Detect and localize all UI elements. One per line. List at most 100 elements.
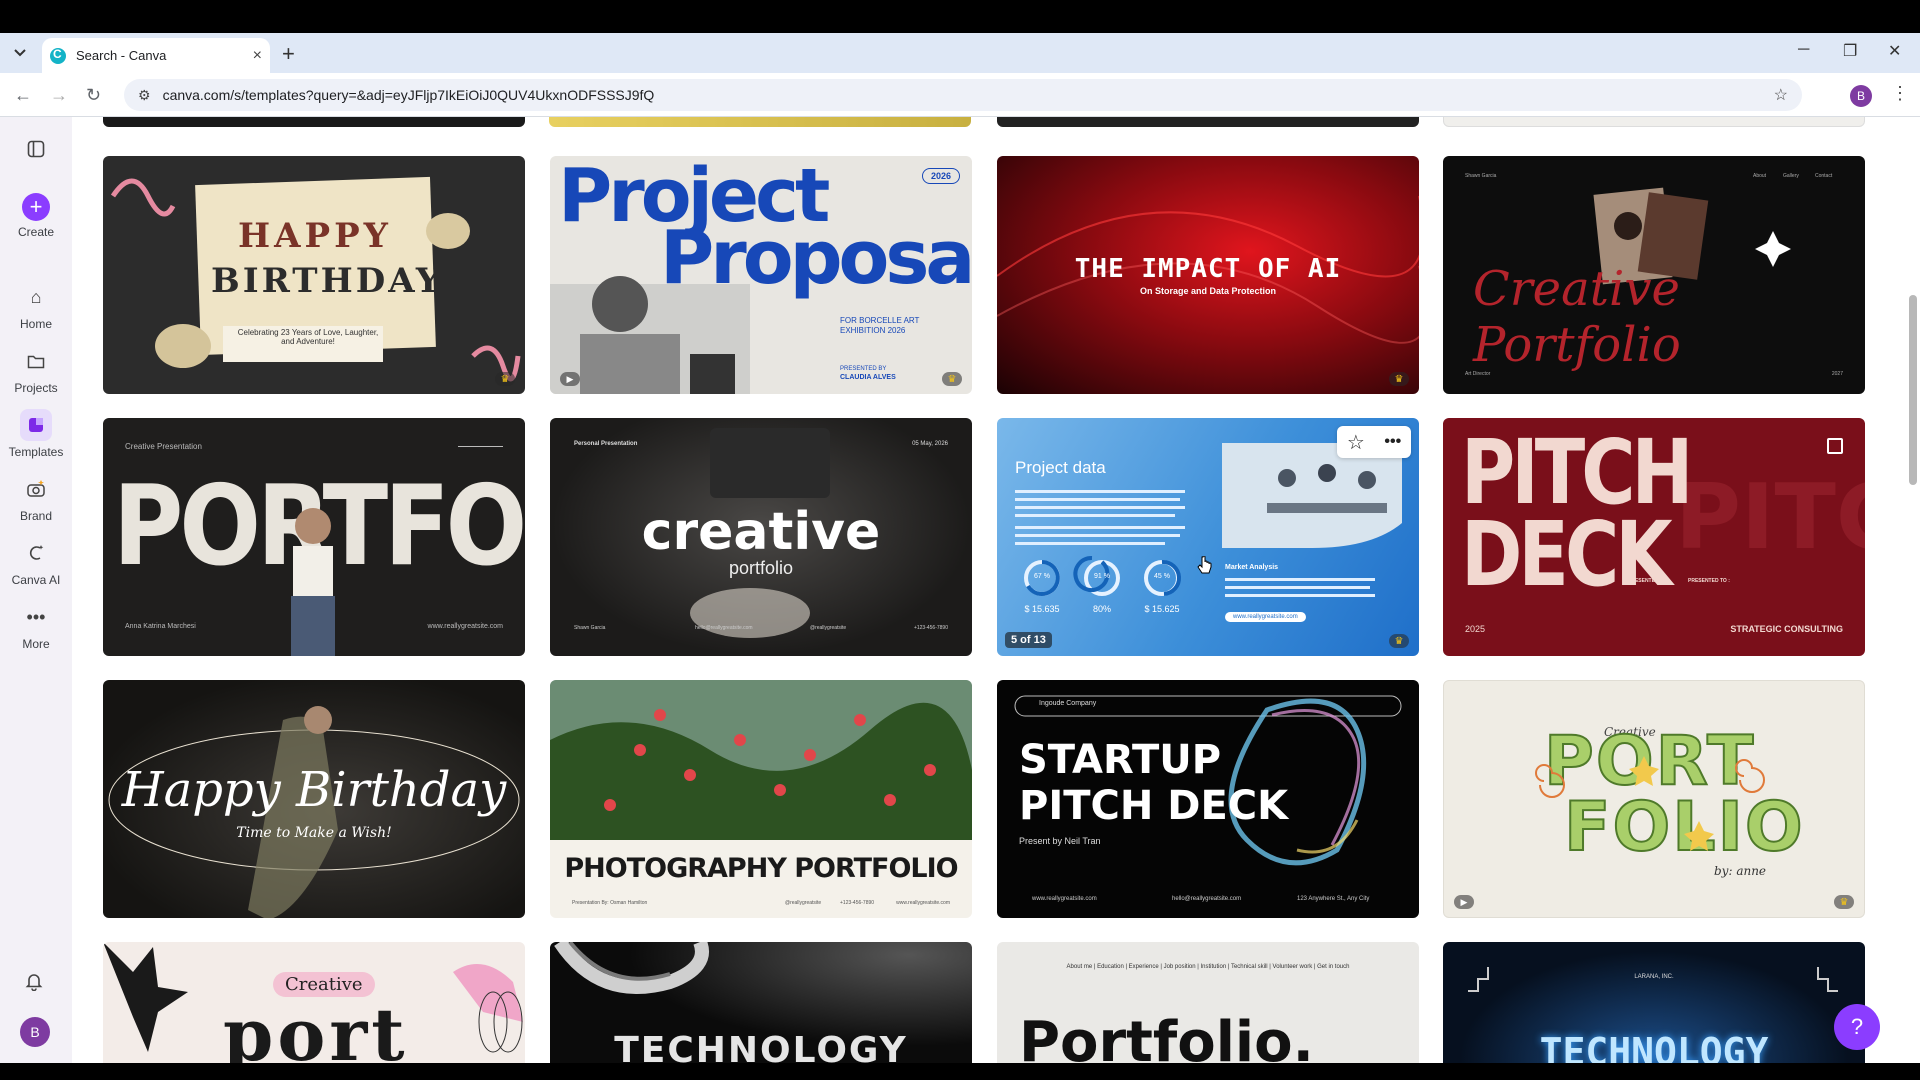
template-card-partial[interactable] (103, 117, 525, 127)
stat-value: 91 % (1094, 573, 1110, 580)
card-text: STRATEGIC CONSULTING (1730, 624, 1843, 634)
templates-icon (20, 409, 52, 441)
card-text: CLAUDIA ALVES (840, 374, 896, 381)
card-title: TECHNOLOGY (614, 1030, 908, 1063)
template-card-creative-personal[interactable]: Personal Presentation 05 May, 2026 creat… (550, 418, 972, 656)
brand-icon (20, 473, 52, 505)
card-text: by: anne (1714, 864, 1767, 878)
share-icon (1827, 438, 1843, 454)
sidebar-item-projects[interactable]: Projects (0, 345, 72, 395)
card-title: PITCH DECK (1019, 783, 1289, 829)
template-card-creative-port[interactable]: Creative port (103, 942, 525, 1063)
card-text: Anna Katrina Marchesi (125, 623, 196, 630)
stat-value: 67 % (1034, 573, 1050, 580)
template-card-photography-portfolio[interactable]: PHOTOGRAPHY PORTFOLIO Presentation By: O… (550, 680, 972, 918)
canva-favicon-icon (50, 47, 66, 64)
chevron-down-icon (14, 49, 26, 57)
scrollbar-thumb[interactable] (1909, 295, 1917, 485)
card-title: BIRTHDAY (211, 261, 444, 301)
scrollbar[interactable] (1906, 117, 1920, 1063)
template-card-startup-pitch-deck[interactable]: Ingoude Company STARTUP PITCH DECK Prese… (997, 680, 1419, 918)
more-options-icon[interactable]: ••• (1384, 433, 1401, 451)
stat-label: $ 15.625 (1144, 604, 1180, 614)
forward-icon[interactable]: → (50, 85, 68, 106)
card-text: @reallygreatsite (785, 900, 822, 906)
card-subtitle: FOR BORCELLE ART (840, 316, 920, 325)
sidebar-item-templates[interactable]: Templates (0, 409, 72, 459)
bookmark-star-icon[interactable]: ☆ (1774, 85, 1788, 105)
template-card-creative-portfolio[interactable]: Shawn Garcia About Gallery Contact Creat… (1443, 156, 1865, 394)
card-subtitle: Time to Make a Wish! (236, 825, 392, 841)
card-text: 123 Anywhere St., Any City (1297, 896, 1370, 902)
back-icon[interactable]: ← (14, 85, 32, 106)
template-grid: HAPPY BIRTHDAY Celebrating 23 Years of L… (72, 117, 1920, 1063)
card-subtitle: EXHIBITION 2026 (840, 326, 906, 335)
page-counter: 5 of 13 (1005, 632, 1052, 648)
template-card-technology-larana[interactable]: LARANA, INC. TECHNOLOGY (1443, 942, 1865, 1063)
card-text: 2027 (1831, 371, 1843, 377)
notifications-bell-icon[interactable] (24, 971, 44, 997)
card-title: Portfolio. (1019, 1010, 1314, 1063)
card-title: port (223, 992, 409, 1063)
url-bar[interactable]: ⚙ canva.com/s/templates?query=&adj=eyJFl… (124, 79, 1802, 111)
card-text: 2025 (1465, 624, 1486, 634)
premium-crown-icon: ♛ (1389, 634, 1409, 648)
browser-tab[interactable]: Search - Canva × (42, 38, 270, 73)
template-card-portfolio-anne[interactable]: Creative PORT FOLIO by: anne ▶ ♛ (1443, 680, 1865, 918)
template-card-portfolio-paper[interactable]: About me | Education | Experience | Job … (997, 942, 1419, 1063)
folder-icon (20, 345, 52, 377)
tab-search-button[interactable] (8, 41, 32, 65)
close-tab-icon[interactable]: × (253, 47, 262, 65)
new-tab-button[interactable]: + (282, 41, 295, 67)
sidebar-item-brand[interactable]: Brand (0, 473, 72, 523)
card-watermark: PITCH (1675, 465, 1865, 570)
card-title: TECHNOLOGY (1539, 1030, 1769, 1063)
sidebar-item-canva-ai[interactable]: Canva AI (0, 537, 72, 587)
template-card-project-data[interactable]: Project data 67 % 91 % 45 % $ 15.635 80%… (997, 418, 1419, 656)
card-text: Shawn Garcia (574, 625, 606, 631)
canva-ai-icon (20, 537, 52, 569)
template-card-portfolio-anna[interactable]: Creative Presentation PORTFOLIO Anna Kat… (103, 418, 525, 656)
template-card-project-proposal[interactable]: Project Proposal 2026 FOR BORCELLE ART E… (550, 156, 972, 394)
reload-icon[interactable]: ↻ (86, 85, 101, 106)
card-text: LARANA, INC. (1634, 974, 1674, 980)
browser-menu-icon[interactable]: ⋮ (1891, 83, 1909, 104)
video-play-icon: ▶ (560, 372, 580, 386)
template-card-partial[interactable] (1443, 117, 1865, 127)
restore-button[interactable]: ❐ (1843, 41, 1857, 61)
card-subtitle: portfolio (728, 558, 794, 578)
minimize-button[interactable]: ─ (1798, 41, 1809, 59)
plus-icon: + (22, 193, 50, 221)
card-text: Art Director (1465, 371, 1491, 377)
template-card-happy-birthday[interactable]: HAPPY BIRTHDAY Celebrating 23 Years of L… (103, 156, 525, 394)
profile-avatar[interactable]: B (1850, 85, 1872, 107)
favorite-star-icon[interactable]: ☆ (1347, 430, 1365, 455)
card-text: @reallygreatsite (810, 625, 847, 631)
card-text: hello@reallygreatsite.com (695, 625, 753, 631)
template-card-pitch-deck[interactable]: PITCH PITCH DECK PRESENTED BY : PRESENTE… (1443, 418, 1865, 656)
user-avatar[interactable]: B (20, 1017, 50, 1047)
template-card-partial[interactable] (549, 117, 971, 127)
sidebar-item-label: Home (19, 317, 52, 331)
close-window-button[interactable]: ✕ (1888, 41, 1901, 61)
site-settings-icon[interactable]: ⚙ (138, 87, 151, 104)
stat-label: $ 15.635 (1024, 604, 1060, 614)
sidebar-item-home[interactable]: ⌂ Home (0, 281, 72, 332)
sidebar-item-more[interactable]: ••• More (0, 601, 72, 652)
help-button[interactable]: ? (1834, 1004, 1880, 1050)
sidebar-toggle[interactable] (0, 133, 72, 169)
template-card-happy-birthday-wish[interactable]: Happy Birthday Time to Make a Wish! (103, 680, 525, 918)
card-subtitle: Present by Neil Tran (1019, 836, 1101, 846)
premium-crown-icon: ♛ (495, 372, 515, 386)
screen-top-bar (0, 0, 1920, 33)
sidebar-item-label: Brand (19, 509, 53, 523)
template-card-partial[interactable] (997, 117, 1419, 127)
card-text: +123-456-7890 (840, 900, 875, 906)
card-photo (550, 276, 750, 394)
card-photo (550, 680, 972, 840)
home-icon: ⌂ (30, 286, 42, 307)
template-card-impact-of-ai[interactable]: THE IMPACT OF AI On Storage and Data Pro… (997, 156, 1419, 394)
template-card-technology-chrome[interactable]: TECHNOLOGY (550, 942, 972, 1063)
sidebar-item-label: More (22, 637, 50, 651)
sidebar-item-create[interactable]: + Create (0, 193, 72, 239)
